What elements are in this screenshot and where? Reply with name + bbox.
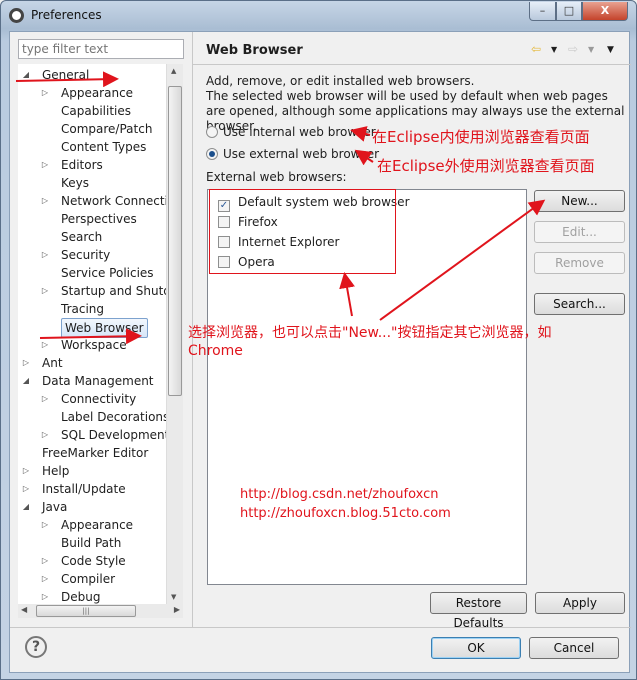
arrow-external [354,149,374,166]
close-button[interactable]: X [582,2,628,21]
preferences-window: Preferences – □ X ◢General▷AppearanceCap… [0,0,637,680]
minimize-button[interactable]: – [529,2,556,21]
arrow-new [379,199,546,321]
maximize-button[interactable]: □ [556,2,582,21]
cancel-button[interactable]: Cancel [529,637,619,659]
arrow-general [15,71,119,88]
arrow-internal [350,126,371,142]
ok-button[interactable]: OK [431,637,521,659]
eclipse-icon [9,8,24,23]
help-icon[interactable]: ? [25,636,47,658]
annotation-arrows [15,71,546,345]
arrow-list [339,272,355,317]
window-title: Preferences [31,8,102,22]
title-bar: Preferences – □ X [1,1,637,29]
arrow-web-browser [39,328,142,345]
dialog-body: ◢General▷AppearanceCapabilitiesCompare/P… [9,31,631,673]
